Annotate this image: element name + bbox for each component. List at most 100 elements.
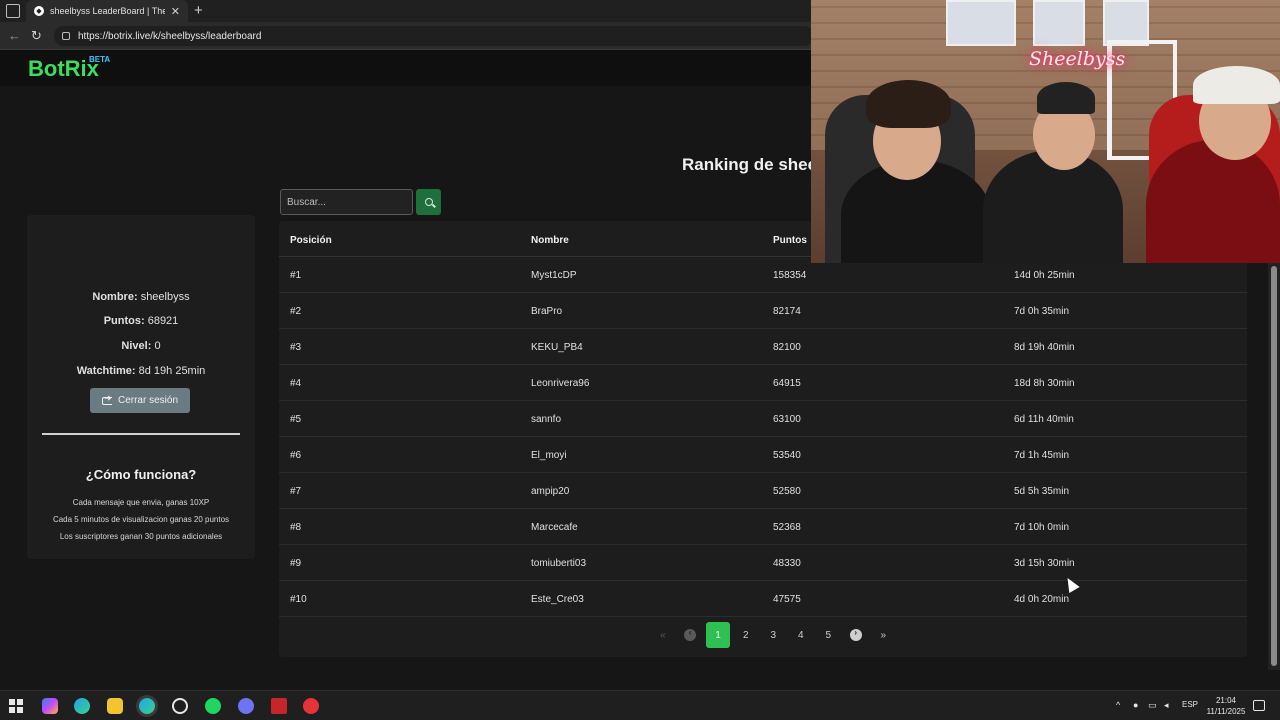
url-field[interactable]: https://botrix.live/k/sheelbyss/leaderbo… bbox=[54, 26, 814, 46]
search-button[interactable] bbox=[416, 189, 441, 215]
table-row: #8 Marcecafe 52368 7d 10h 0min bbox=[279, 509, 1247, 545]
spotify-icon[interactable] bbox=[205, 698, 221, 714]
cell-points: 82174 bbox=[773, 306, 801, 317]
tray-chevron-up-icon[interactable]: ^ bbox=[1116, 700, 1120, 710]
obs-icon[interactable] bbox=[172, 698, 188, 714]
lock-icon bbox=[62, 32, 70, 40]
microphone-icon[interactable]: ● bbox=[1133, 700, 1138, 710]
notification-icon[interactable] bbox=[1253, 700, 1265, 711]
cell-points: 52580 bbox=[773, 486, 801, 497]
streamer-cap bbox=[1037, 82, 1095, 114]
scrollbar-thumb[interactable] bbox=[1271, 266, 1277, 666]
profile-card: Nombre: sheelbyss Puntos: 68921 Nivel: 0… bbox=[27, 215, 255, 559]
discord-icon[interactable] bbox=[238, 698, 254, 714]
cell-watchtime: 4d 0h 20min bbox=[1014, 594, 1070, 605]
cell-points: 158354 bbox=[773, 270, 807, 281]
cell-position: #4 bbox=[290, 378, 302, 389]
table-row: #4 Leonrivera96 64915 18d 8h 30min bbox=[279, 365, 1247, 401]
page-title: Ranking de sheel bbox=[682, 155, 822, 174]
volume-icon[interactable]: ◂ bbox=[1164, 700, 1169, 711]
neon-sign: Sheelbyss bbox=[1029, 48, 1126, 70]
rule-item: Cada 5 minutos de visualizacion ganas 20… bbox=[52, 515, 230, 524]
url-text: https://botrix.live/k/sheelbyss/leaderbo… bbox=[78, 30, 262, 42]
page-scrollbar[interactable] bbox=[1268, 262, 1280, 670]
profile-points: Puntos: 68921 bbox=[103, 315, 179, 327]
page-button-4[interactable]: 4 bbox=[787, 622, 815, 648]
page-button-2[interactable]: 2 bbox=[732, 622, 760, 648]
rule-item: Cada mensaje que envia, ganas 10XP bbox=[72, 498, 210, 507]
profile-name: Nombre: sheelbyss bbox=[92, 291, 190, 303]
cell-name: BraPro bbox=[531, 306, 563, 317]
cell-watchtime: 6d 11h 40min bbox=[1014, 414, 1074, 425]
page-button-5[interactable]: 5 bbox=[815, 622, 843, 648]
cell-name: ampip20 bbox=[531, 486, 570, 497]
cell-watchtime: 3d 15h 30min bbox=[1014, 558, 1075, 569]
wall-poster bbox=[946, 0, 1016, 46]
cell-points: 48330 bbox=[773, 558, 801, 569]
page-button-3[interactable]: 3 bbox=[760, 622, 788, 648]
last-page-button[interactable]: » bbox=[870, 622, 898, 648]
cell-points: 64915 bbox=[773, 378, 801, 389]
edge-active-icon[interactable] bbox=[139, 698, 155, 714]
table-row: #9 tomiuberti03 48330 3d 15h 30min bbox=[279, 545, 1247, 581]
leaderboard-table: Posición Nombre Puntos #1 Myst1cDP 158354 1… bbox=[279, 221, 1247, 657]
cell-position: #1 bbox=[290, 270, 302, 281]
tab-title: sheelbyss LeaderBoard | The best bbox=[50, 6, 165, 16]
next-page-button[interactable] bbox=[842, 622, 870, 648]
pagination: « 1 2 3 4 5 » bbox=[649, 622, 897, 648]
kick-favicon-icon: ◆ bbox=[34, 6, 44, 16]
clock-time: 21:04 bbox=[1215, 696, 1237, 705]
webcam-overlay: Sheelbyss bbox=[811, 0, 1280, 263]
column-header-position[interactable]: Posición bbox=[290, 235, 332, 246]
prev-page-button[interactable] bbox=[677, 622, 705, 648]
tab-close-icon[interactable]: ✕ bbox=[171, 5, 180, 18]
table-row: #7 ampip20 52580 5d 5h 35min bbox=[279, 473, 1247, 509]
app-icon[interactable] bbox=[303, 698, 319, 714]
network-icon[interactable]: ▭ bbox=[1148, 700, 1157, 711]
copilot-icon[interactable] bbox=[42, 698, 58, 714]
profile-level: Nivel: 0 bbox=[121, 340, 161, 352]
column-header-points[interactable]: Puntos bbox=[773, 235, 807, 246]
first-page-button[interactable]: « bbox=[649, 622, 677, 648]
window-menu-icon[interactable] bbox=[6, 4, 20, 18]
new-tab-button[interactable]: + bbox=[194, 2, 203, 19]
edge-icon[interactable] bbox=[74, 698, 90, 714]
wall-poster bbox=[1033, 0, 1085, 46]
cell-watchtime: 18d 8h 30min bbox=[1014, 378, 1075, 389]
cell-watchtime: 14d 0h 25min bbox=[1014, 270, 1075, 281]
streamer-hair bbox=[866, 80, 951, 128]
search-input[interactable] bbox=[280, 189, 413, 215]
cell-points: 53540 bbox=[773, 450, 801, 461]
back-icon[interactable]: ← bbox=[8, 28, 21, 43]
cell-name: sannfo bbox=[531, 414, 562, 425]
cell-watchtime: 7d 0h 35min bbox=[1014, 306, 1070, 317]
page-button-1[interactable]: 1 bbox=[706, 622, 730, 648]
logout-label: Cerrar sesión bbox=[117, 395, 179, 406]
streamer-cap bbox=[1193, 66, 1280, 104]
botrix-logo[interactable]: BotRix BETA bbox=[28, 55, 110, 82]
app-icon[interactable] bbox=[271, 698, 287, 714]
cell-position: #6 bbox=[290, 450, 302, 461]
cell-name: tomiuberti03 bbox=[531, 558, 587, 569]
cell-name: Este_Cre03 bbox=[531, 594, 584, 605]
logout-button[interactable]: Cerrar sesión bbox=[90, 388, 190, 413]
how-it-works-title: ¿Cómo funciona? bbox=[85, 467, 197, 482]
clock[interactable]: 21:04 11/11/2025 bbox=[1196, 695, 1256, 717]
file-explorer-icon[interactable] bbox=[107, 698, 123, 714]
cell-watchtime: 5d 5h 35min bbox=[1014, 486, 1070, 497]
cell-watchtime: 7d 1h 45min bbox=[1014, 450, 1070, 461]
chevron-left-icon bbox=[684, 628, 697, 641]
cell-watchtime: 8d 19h 40min bbox=[1014, 342, 1075, 353]
cell-position: #8 bbox=[290, 522, 302, 533]
search-icon bbox=[424, 198, 433, 206]
windows-start-icon[interactable] bbox=[9, 699, 23, 713]
browser-tab[interactable]: ◆ sheelbyss LeaderBoard | The best ✕ bbox=[26, 0, 188, 22]
cell-position: #2 bbox=[290, 306, 302, 317]
chevron-right-icon bbox=[849, 628, 862, 641]
cell-name: Myst1cDP bbox=[531, 270, 577, 281]
reload-icon[interactable]: ↻ bbox=[31, 28, 42, 44]
column-header-name[interactable]: Nombre bbox=[531, 235, 569, 246]
cell-position: #5 bbox=[290, 414, 302, 425]
cell-points: 63100 bbox=[773, 414, 801, 425]
table-row: #2 BraPro 82174 7d 0h 35min bbox=[279, 293, 1247, 329]
